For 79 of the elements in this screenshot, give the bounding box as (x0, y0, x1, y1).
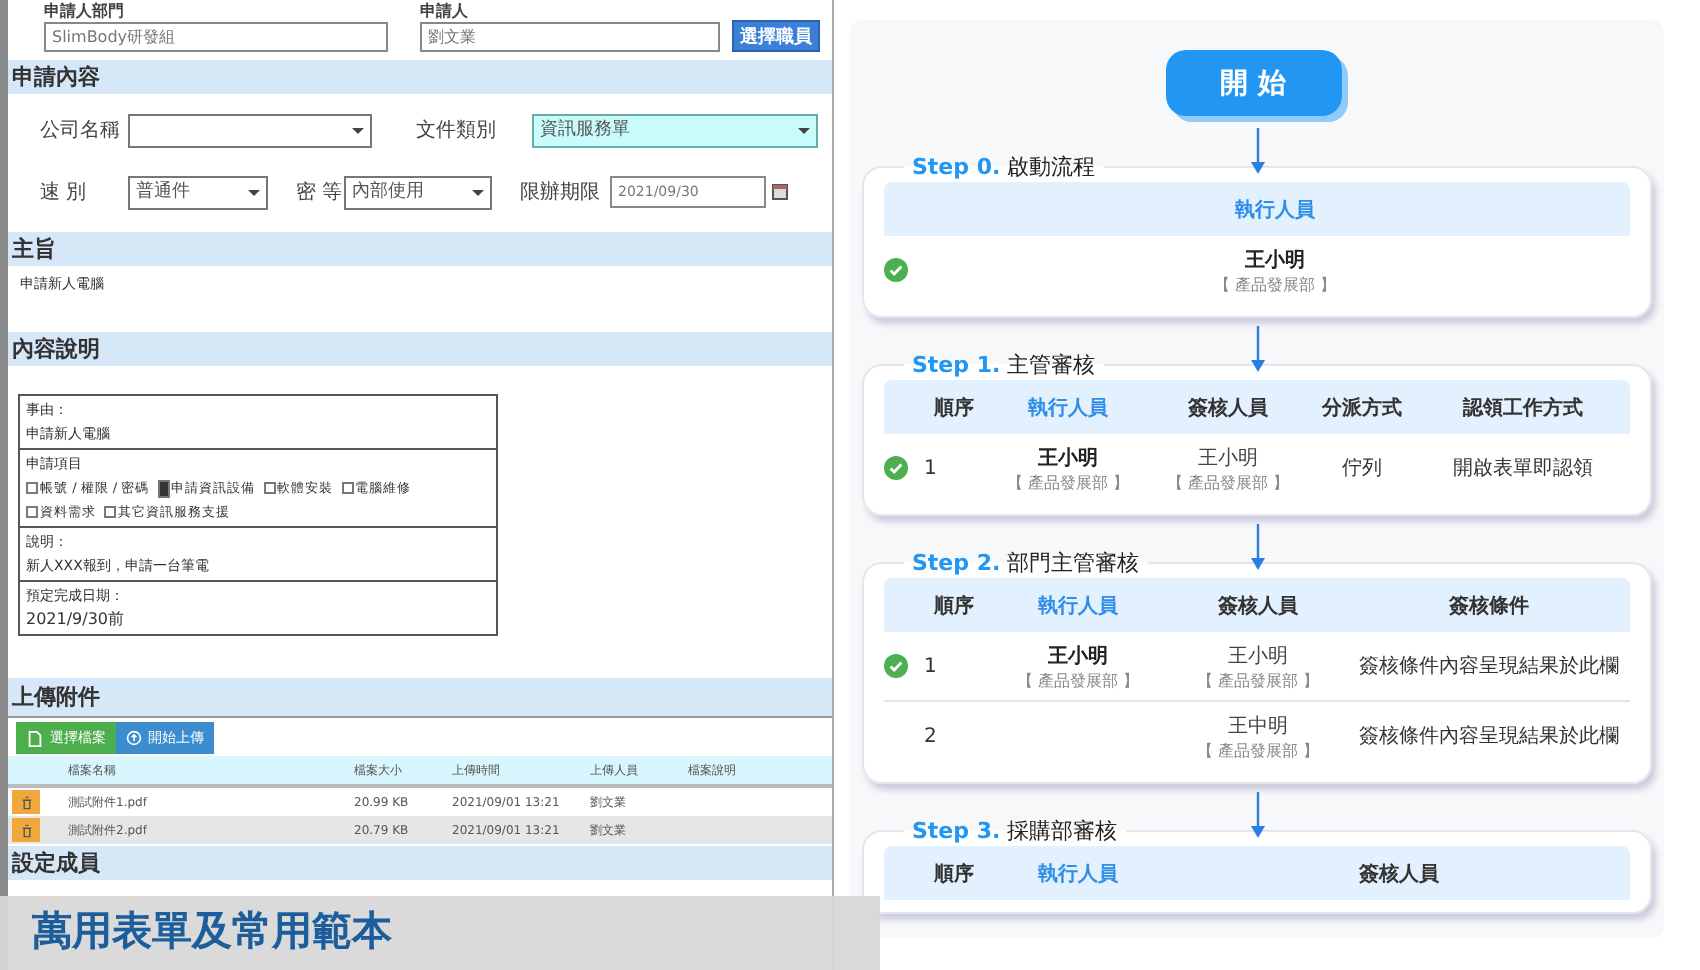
arrow (1249, 128, 1265, 176)
trash-icon (19, 795, 33, 809)
checkbox[interactable] (341, 482, 354, 494)
dropdown[interactable]: 資訊服務單 (532, 113, 818, 147)
description-text: 2021/9/30前 (26, 608, 127, 632)
checkbox[interactable] (26, 482, 38, 494)
column-header: 順序 (931, 860, 976, 887)
section-header: 設定成員 (8, 846, 832, 880)
section-header: 申請內容 (8, 60, 832, 94)
input-field[interactable]: 劉文業 (420, 22, 720, 52)
checkbox[interactable] (157, 479, 170, 497)
person-name: 王中明 (1228, 713, 1288, 739)
department-label: 【 產品發展部 】 (1196, 739, 1320, 761)
section-header: 內容說明 (8, 332, 832, 366)
calendar-icon[interactable] (772, 184, 788, 200)
dropdown[interactable] (128, 113, 372, 147)
step-title: 部門主管審核 (1007, 550, 1140, 576)
table-cell: 1 (924, 655, 937, 677)
section-header: 主旨 (8, 232, 832, 266)
column-header: 執行人員 (1233, 197, 1317, 223)
table-cell-text: 開啟表單即認領 (1453, 455, 1593, 482)
department-label: 【 產品發展部 】 (1016, 669, 1140, 691)
person-name: 王小明 (1198, 445, 1258, 471)
section-header: 上傳附件 (8, 678, 832, 718)
field-label: 申請人 (420, 2, 470, 20)
delete-button[interactable] (12, 818, 40, 842)
column-header: 簽核人員 (1216, 593, 1300, 619)
department-label: 【 產品發展部 】 (1166, 471, 1290, 493)
person-name: 王小明 (1245, 247, 1305, 273)
file-icon (26, 729, 44, 747)
column-header: 簽核人員 (1357, 861, 1441, 887)
start-node[interactable]: 開 始 (1165, 50, 1341, 116)
step-number: Step 0. (912, 154, 1001, 180)
column-header: 簽核人員 (1186, 395, 1270, 421)
table-cell-text: 簽核條件內容呈現結果於此欄 (1359, 653, 1619, 680)
department-label: 【 產品發展部 】 (1196, 669, 1320, 691)
dropdown[interactable]: 內部使用 (344, 175, 492, 209)
arrow (1249, 524, 1265, 572)
field-label: 限辦期限 (520, 179, 602, 206)
field-label: 申請人部門 (44, 2, 126, 20)
table-cell-text: 佇列 (1342, 456, 1382, 482)
person-name: 王小明 (1048, 643, 1108, 669)
dropdown[interactable]: 普通件 (128, 175, 268, 209)
field-label: 密 等 (296, 179, 344, 206)
column-header: 執行人員 (1026, 395, 1110, 421)
step-title: 啟動流程 (1007, 154, 1096, 180)
delete-button[interactable] (12, 790, 40, 814)
field-label: 公司名稱 (40, 118, 122, 144)
step-number: Step 2. (912, 550, 1001, 576)
department-label: 【 產品發展部 】 (1213, 273, 1337, 295)
arrow (1249, 326, 1265, 374)
field-label: 文件類別 (416, 117, 498, 144)
step-number: Step 3. (912, 818, 1001, 844)
checkbox[interactable] (26, 506, 38, 518)
field-label: 速 別 (40, 179, 89, 206)
input-field[interactable]: SlimBody研發組 (44, 22, 388, 52)
step-number: Step 1. (912, 352, 1001, 378)
table-cell-text: 簽核條件內容呈現結果於此欄 (1359, 723, 1619, 750)
checkbox[interactable] (263, 482, 276, 494)
person-name: 王小明 (1228, 643, 1288, 669)
person-name: 王小明 (1038, 445, 1098, 471)
upload-icon (126, 730, 142, 746)
select-staff-button[interactable]: 選擇職員 (732, 20, 820, 52)
column-header: 認領工作方式 (1460, 394, 1585, 421)
column-header: 執行人員 (1036, 593, 1120, 619)
step-title: 主管審核 (1007, 352, 1096, 378)
banner-title: 萬用表單及常用範本 (32, 906, 392, 954)
checkbox[interactable] (104, 506, 116, 518)
department-label: 【 產品發展部 】 (1006, 471, 1130, 493)
column-header: 簽核條件 (1447, 593, 1531, 619)
column-header: 執行人員 (1036, 861, 1120, 887)
trash-icon (19, 823, 33, 837)
table-cell: 2 (924, 725, 937, 747)
step-title: 採購部審核 (1007, 818, 1118, 844)
column-header: 順序 (931, 592, 976, 619)
column-header: 順序 (931, 394, 976, 421)
table-cell: 1 (924, 457, 937, 479)
arrow (1249, 792, 1265, 840)
column-header: 分派方式 (1319, 394, 1404, 421)
